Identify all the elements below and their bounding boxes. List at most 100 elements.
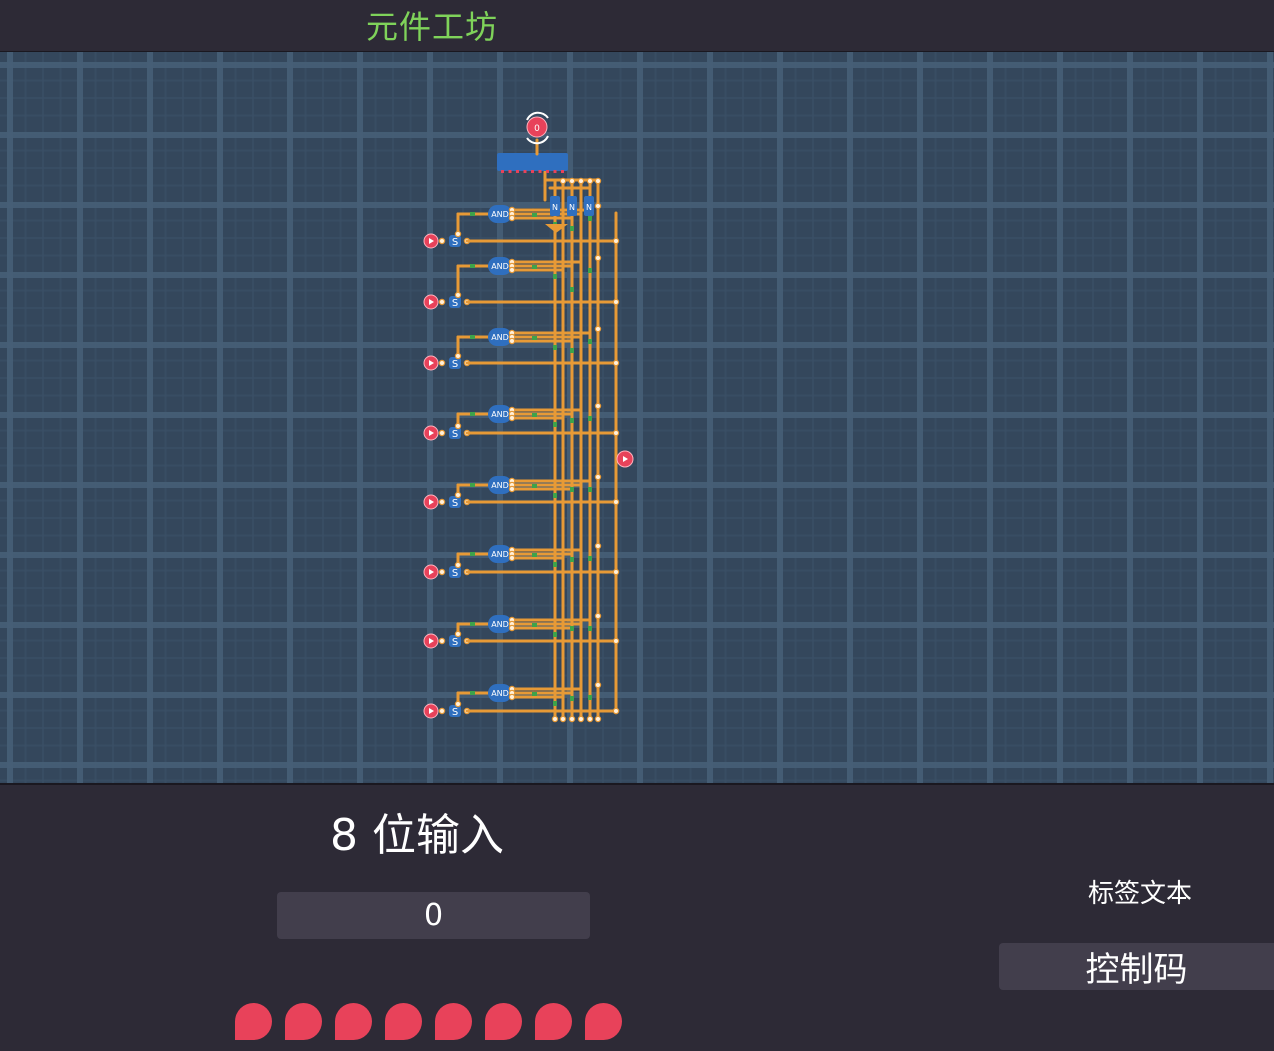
wire-node [470,552,475,556]
wire-node [588,487,592,492]
wire-node [570,348,574,353]
wire-node [588,339,592,344]
wire-node [470,335,475,339]
selector-pin [508,170,512,173]
selector-pin [516,170,519,173]
selector-pin [546,170,549,173]
and-gate-label: AND [491,481,509,490]
wire-node [594,542,602,550]
wire-node [470,483,475,487]
circuit-canvas[interactable]: S AND S AND S AND S AND S AND S AND S AND S AND N N N 0 [0,52,1274,785]
wire-node [612,498,620,506]
wire-node [570,487,574,492]
control-code-text: 控制码 [1085,950,1188,990]
bit-pin-3[interactable] [335,1003,372,1040]
wire-node [508,266,516,274]
bit-pin-2[interactable] [285,1003,322,1040]
switch-label: S [452,498,458,509]
switch-label: S [452,237,458,248]
and-gate-label: AND [491,550,509,559]
wire-node [553,632,557,637]
selector-pin [561,170,564,173]
wire-node [577,715,585,723]
mux-label: N [569,203,575,212]
wire-node [594,402,602,410]
wire-node [553,422,557,427]
wire-node [570,626,574,631]
wire-node [586,177,594,185]
value-field[interactable]: 0 [277,892,590,939]
wire-node [454,230,462,238]
app-title: 元件工坊 [366,8,499,46]
wire-node [508,624,516,632]
wire-node [532,265,537,269]
wire-node [470,622,475,626]
wire-node [553,493,557,498]
selector-pin [501,170,504,173]
wire-node [594,681,602,689]
top-bar: 元件工坊 [0,0,1274,52]
bit-pin-7[interactable] [535,1003,572,1040]
wire-node [508,485,516,493]
wire-node [612,237,620,245]
wire-node [588,416,592,421]
wire-node [508,693,516,701]
and-gate-label: AND [491,333,509,342]
control-code-field[interactable]: 控制码 [999,943,1274,990]
wire-node [454,491,462,499]
wire-node [532,623,537,627]
wire-node [470,412,475,416]
wire-node [594,254,602,262]
wire-node [532,336,537,340]
wire-node [568,715,576,723]
wire-node [612,637,620,645]
wire-node [612,359,620,367]
wire-node [553,701,557,706]
wire-node [612,429,620,437]
wire-node [438,429,446,437]
wire-node [570,226,574,231]
wire-node [508,414,516,422]
mux-label: N [586,203,592,212]
and-gate-label: AND [491,410,509,419]
circuit-diagram[interactable]: S AND S AND S AND S AND S AND S AND S AND S AND N N N 0 [0,52,1274,783]
wire-node [532,213,537,217]
and-gate-label: AND [491,620,509,629]
wire-node [508,554,516,562]
bit-pin-6[interactable] [485,1003,522,1040]
wire-node [577,177,585,185]
value-text: 0 [423,898,444,933]
switch-label: S [452,359,458,370]
properties-panel: 8 位输入 0 标签文本 控制码 [0,785,1274,1051]
bit-pin-5[interactable] [435,1003,472,1040]
wire-node [594,612,602,620]
wire-node [454,561,462,569]
wire-node [612,298,620,306]
bit-pin-8[interactable] [585,1003,622,1040]
wire-node [570,557,574,562]
bit-pin-1[interactable] [235,1003,272,1040]
switch-label: S [452,707,458,718]
wire-node [454,700,462,708]
mux-label: N [552,203,558,212]
wire-node [588,556,592,561]
wire-node [559,715,567,723]
wire-node [470,691,475,695]
wire-node [568,177,576,185]
selector-pin [523,170,527,173]
wire-node [438,568,446,576]
wire-node [551,715,559,723]
bit-pin-4[interactable] [385,1003,422,1040]
selector-label: 0 [534,124,540,134]
switch-label: S [452,298,458,309]
and-gate-label: AND [491,689,509,698]
wire-node [438,637,446,645]
wire-node [532,413,537,417]
wire-node [508,214,516,222]
and-gate-label: AND [491,262,509,271]
wire-node [553,274,557,279]
wire-node [570,287,574,292]
wire-node [588,695,592,700]
wire-node [454,352,462,360]
label-text-caption: 标签文本 [1088,879,1193,909]
